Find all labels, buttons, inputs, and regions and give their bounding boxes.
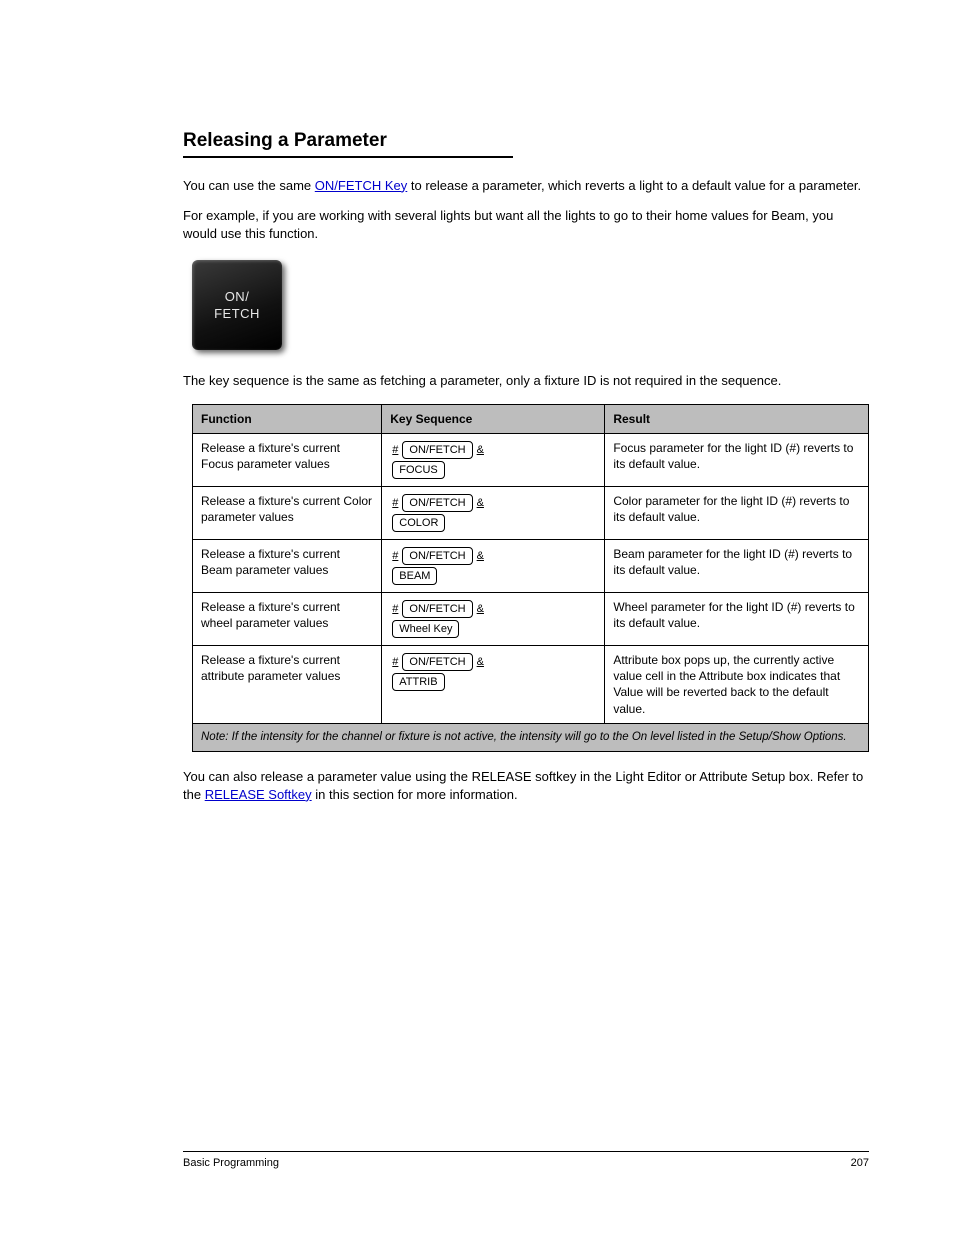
key-token: & xyxy=(477,603,484,615)
table-note-cell: Note: If the intensity for the channel o… xyxy=(193,723,869,752)
release-softkey-link[interactable]: RELEASE Softkey xyxy=(205,787,312,802)
cell-result: Wheel parameter for the light ID (#) rev… xyxy=(605,593,869,646)
table-header-row: Function Key Sequence Result xyxy=(193,404,869,433)
on-fetch-key-icon: ON/ FETCH xyxy=(192,260,282,350)
table-row: Release a fixture's current wheel parame… xyxy=(193,593,869,646)
on-fetch-key-link[interactable]: ON/FETCH Key xyxy=(315,178,407,193)
intro-1b: to release a parameter, which reverts a … xyxy=(407,178,861,193)
key-token: & xyxy=(477,444,484,456)
intro-para-3: The key sequence is the same as fetching… xyxy=(183,372,869,390)
key-token: # xyxy=(392,444,398,456)
keycap: BEAM xyxy=(392,567,437,585)
release-parameter-table: Function Key Sequence Result Release a f… xyxy=(192,404,869,752)
table-row: Release a fixture's current Focus parame… xyxy=(193,434,869,487)
cell-result: Focus parameter for the light ID (#) rev… xyxy=(605,434,869,487)
cell-result: Beam parameter for the light ID (#) reve… xyxy=(605,540,869,593)
th-result: Result xyxy=(605,404,869,433)
key-token: & xyxy=(477,497,484,509)
key-token: & xyxy=(477,550,484,562)
table-note-row: Note: If the intensity for the channel o… xyxy=(193,723,869,752)
intro-para-1: You can use the same ON/FETCH Key to rel… xyxy=(183,177,869,195)
cell-result: Attribute box pops up, the currently act… xyxy=(605,646,869,724)
intro-1a: You can use the same xyxy=(183,178,315,193)
keycap: ATTRIB xyxy=(392,673,444,691)
table-row: Release a fixture's current Beam paramet… xyxy=(193,540,869,593)
keycap: ON/FETCH xyxy=(402,653,472,671)
intro-para-3-wrap: The key sequence is the same as fetching… xyxy=(183,372,869,390)
cell-keyseq: # ON/FETCH& Wheel Key xyxy=(382,593,605,646)
th-function: Function xyxy=(193,404,382,433)
cell-keyseq: # ON/FETCH& ATTRIB xyxy=(382,646,605,724)
keycap: ON/FETCH xyxy=(402,547,472,565)
key-token: # xyxy=(392,550,398,562)
keycap: ON/FETCH xyxy=(402,441,472,459)
post-text: You can also release a parameter value u… xyxy=(183,768,869,803)
key-token: # xyxy=(392,497,398,509)
cell-keyseq: # ON/FETCH& BEAM xyxy=(382,540,605,593)
footer-right: 207 xyxy=(851,1156,869,1171)
cell-function: Release a fixture's current attribute pa… xyxy=(193,646,382,724)
table-row: Release a fixture's current Color parame… xyxy=(193,487,869,540)
intro-para-2: For example, if you are working with sev… xyxy=(183,207,869,242)
key-token: # xyxy=(392,656,398,668)
cell-function: Release a fixture's current wheel parame… xyxy=(193,593,382,646)
section-title: Releasing a Parameter xyxy=(183,128,513,158)
post-b: in this section for more information. xyxy=(312,787,518,802)
keycap: ON/FETCH xyxy=(402,494,472,512)
keycap: ON/FETCH xyxy=(402,600,472,618)
cell-keyseq: # ON/FETCH& FOCUS xyxy=(382,434,605,487)
page-footer: Basic Programming 207 xyxy=(0,1151,954,1171)
cell-keyseq: # ON/FETCH& COLOR xyxy=(382,487,605,540)
cell-function: Release a fixture's current Beam paramet… xyxy=(193,540,382,593)
table-row: Release a fixture's current attribute pa… xyxy=(193,646,869,724)
th-keyseq: Key Sequence xyxy=(382,404,605,433)
keycap: Wheel Key xyxy=(392,620,459,638)
cell-function: Release a fixture's current Focus parame… xyxy=(193,434,382,487)
cell-result: Color parameter for the light ID (#) rev… xyxy=(605,487,869,540)
intro-paragraphs: You can use the same ON/FETCH Key to rel… xyxy=(183,177,869,243)
keycap: COLOR xyxy=(392,514,445,532)
footer-left: Basic Programming xyxy=(183,1156,279,1171)
key-token: & xyxy=(477,656,484,668)
key-token: # xyxy=(392,603,398,615)
cell-function: Release a fixture's current Color parame… xyxy=(193,487,382,540)
keycap: FOCUS xyxy=(392,461,445,479)
post-para: You can also release a parameter value u… xyxy=(183,768,869,803)
